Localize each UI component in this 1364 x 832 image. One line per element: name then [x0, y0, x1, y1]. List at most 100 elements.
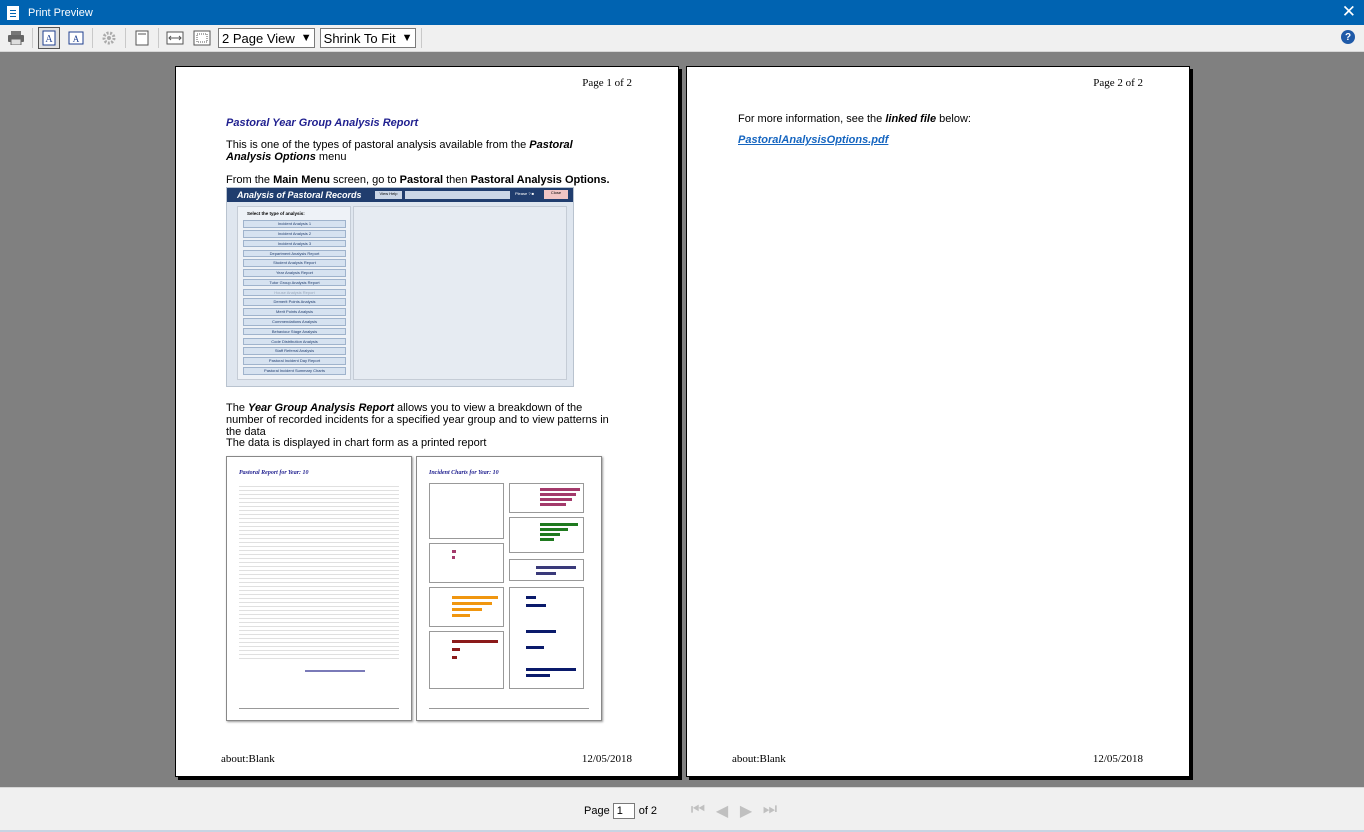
report-title: Pastoral Year Group Analysis Report [226, 117, 419, 129]
screenshot-view-help: View Help [375, 191, 402, 199]
thumbnail-bar [540, 488, 580, 491]
thumbnail-bar [526, 646, 544, 649]
svg-text:A: A [73, 34, 80, 44]
report-thumbnail-table: Pastoral Report for Year: 10 [226, 456, 412, 721]
thumbnail-chart-box [429, 587, 504, 627]
next-page-icon[interactable]: ▶ [734, 801, 758, 821]
portrait-orientation-icon[interactable]: A [38, 27, 60, 49]
thumbnail-bar [536, 566, 576, 569]
document-icon [7, 5, 19, 20]
screenshot-option: Department Analysis Report [243, 249, 346, 258]
screenshot-option: Tutor Group Analysis Report [243, 278, 346, 287]
full-page-icon[interactable] [131, 27, 153, 49]
page-layout-value: 2 Page View [222, 30, 295, 46]
screenshot-option: Demerit Points Analysis [243, 298, 346, 307]
svg-text:A: A [45, 34, 53, 45]
screenshot-close: Close [544, 190, 568, 199]
title-bar: Print Preview ✕ [0, 0, 1364, 25]
chevron-down-icon: ▼ [401, 32, 413, 44]
thumbnail-bar [540, 498, 572, 501]
screenshot-option: Pastoral Incident Day Report [243, 357, 346, 365]
thumbnail-bar [536, 572, 556, 575]
toolbar-separator [420, 28, 422, 48]
thumbnail-bar [452, 556, 455, 559]
screenshot-option: Year Analysis Report [243, 269, 346, 277]
thumbnail-bar [452, 550, 456, 553]
screenshot-option: Commendations Analysis [243, 318, 346, 326]
page-width-icon[interactable] [164, 27, 186, 49]
page-layout-select[interactable]: 2 Page View ▼ [218, 28, 315, 48]
screenshot-option: Merit Points Analysis [243, 308, 346, 316]
toolbar: A A 2 Page View ▼ Shrink To Fit ▼ ? [0, 25, 1364, 52]
thumbnail-footer-line [239, 708, 399, 709]
close-icon[interactable]: ✕ [1342, 2, 1356, 22]
thumbnail-table-rows [239, 483, 399, 659]
landscape-orientation-icon[interactable]: A [65, 27, 87, 49]
thumbnail-bar [540, 523, 578, 526]
screenshot-option: Pastoral Incident Summary Charts [243, 366, 346, 375]
screenshot-option: Code Distribution Analysis [243, 337, 346, 346]
toolbar-separator [32, 28, 33, 48]
screenshot-option: Incident Analysis 1 [243, 220, 346, 228]
toolbar-separator [125, 28, 126, 48]
thumbnail-bar [526, 630, 556, 633]
footer-date: 12/05/2018 [581, 753, 632, 765]
thumbnail-title: Pastoral Report for Year: 10 [239, 470, 309, 476]
chevron-down-icon: ▼ [300, 32, 312, 44]
thumbnail-chart-box [509, 483, 584, 513]
screenshot-option: Student Analysis Report [243, 259, 346, 267]
paragraph: From the Main Menu screen, go to Pastora… [226, 174, 610, 186]
footer-date: 12/05/2018 [1092, 753, 1143, 765]
zoom-select[interactable]: Shrink To Fit ▼ [319, 28, 416, 48]
thumbnail-bar [452, 614, 470, 617]
analysis-window-screenshot: Analysis of Pastoral Records View Help P… [226, 187, 574, 387]
page-number-input[interactable] [612, 803, 635, 819]
thumbnail-title: Incident Charts for Year: 10 [429, 470, 499, 476]
screenshot-please: Please ? ■ [515, 191, 535, 196]
thumbnail-table-row [239, 655, 399, 659]
thumbnail-bar [540, 503, 566, 506]
thumbnail-bar [452, 648, 460, 651]
page-navigator: Page of 2 [584, 803, 657, 819]
thumbnail-bar [526, 604, 546, 607]
previous-page-icon[interactable]: ◀ [710, 801, 734, 821]
page-count: of 2 [638, 805, 658, 817]
paragraph: For more information, see the linked fil… [738, 113, 971, 125]
preview-area[interactable]: Page 1 of 2 Pastoral Year Group Analysis… [0, 53, 1364, 787]
thumbnail-bar [452, 596, 498, 599]
preview-page-1: Page 1 of 2 Pastoral Year Group Analysis… [175, 66, 679, 777]
thumbnail-bar [526, 668, 576, 671]
page-nav-buttons: ⏮ ◀ ▶ ⏭ [686, 801, 782, 821]
first-page-icon[interactable]: ⏮ [686, 801, 710, 821]
screenshot-options-panel: Select the type of analysis: Incident An… [237, 206, 351, 380]
report-thumbnail-charts: Incident Charts for Year: 10 [416, 456, 602, 721]
toolbar-separator [92, 28, 93, 48]
screenshot-option: Incident Analysis 3 [243, 239, 346, 248]
thumbnail-bar [526, 596, 536, 599]
thumbnail-chart-box [429, 543, 504, 583]
preview-page-2: Page 2 of 2 For more information, see th… [686, 66, 1190, 777]
print-icon[interactable] [5, 27, 27, 49]
help-icon[interactable]: ? [1341, 30, 1355, 44]
screenshot-title: Analysis of Pastoral Records [237, 190, 362, 200]
thumbnail-link-line [305, 670, 365, 672]
paragraph: The Year Group Analysis Report allows yo… [226, 402, 609, 438]
thumbnail-bar [540, 528, 568, 531]
status-bar: Page of 2 ⏮ ◀ ▶ ⏭ [0, 787, 1364, 832]
screenshot-blank-panel [353, 206, 567, 380]
window-title: Print Preview [28, 6, 93, 19]
linked-file-link[interactable]: PastoralAnalysisOptions.pdf [738, 134, 888, 146]
footer-url: about:Blank [732, 753, 786, 765]
last-page-icon[interactable]: ⏭ [758, 801, 782, 821]
screenshot-option: House Analysis Report [243, 288, 346, 297]
whole-page-icon[interactable] [191, 27, 213, 49]
settings-icon[interactable] [98, 27, 120, 49]
footer-url: about:Blank [221, 753, 275, 765]
thumbnail-chart-box [509, 587, 584, 689]
thumbnail-bar [452, 656, 457, 659]
thumbnail-bar [452, 602, 492, 605]
thumbnail-bar [540, 493, 576, 496]
screenshot-option: Incident Analysis 2 [243, 229, 346, 238]
thumbnail-chart-box [429, 483, 504, 539]
paragraph: The data is displayed in chart form as a… [226, 437, 487, 449]
